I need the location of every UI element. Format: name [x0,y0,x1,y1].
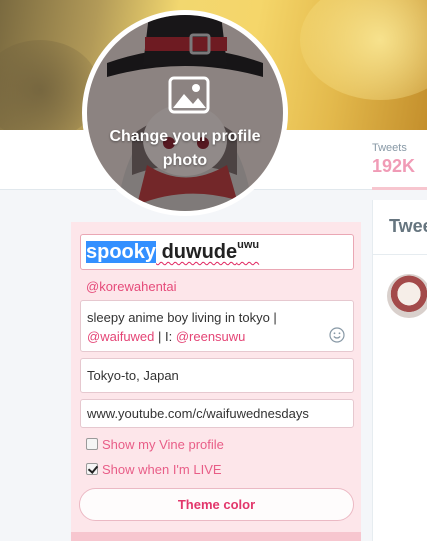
smiley-icon[interactable] [329,327,345,343]
live-checkbox-label[interactable]: Show when I'm LIVE [102,462,222,477]
website-input[interactable]: www.youtube.com/c/waifuwednesdays [80,399,354,428]
name-rest-main: duwude [156,241,238,263]
name-rest-text: duwudeuwu [156,239,260,263]
location-value: Tokyo-to, Japan [87,368,179,383]
tweets-stat[interactable]: Tweets 192K [372,142,427,177]
bio-value: sleepy anime boy living in tokyo | @waif… [87,308,327,346]
theme-color-button[interactable]: Theme color [79,488,354,521]
vine-checkbox-label[interactable]: Show my Vine profile [102,437,224,452]
name-selected-text: spooky [86,241,157,263]
name-superscript: uwu [237,239,260,252]
website-value: www.youtube.com/c/waifuwednesdays [87,406,309,421]
image-icon [168,76,210,114]
tweets-stat-value: 192K [372,156,416,176]
vine-checkbox[interactable] [86,438,98,450]
screen-name: @korewahentai [86,279,177,294]
name-input[interactable]: spooky duwudeuwu [80,234,354,270]
location-input[interactable]: Tokyo-to, Japan [80,358,354,393]
profile-avatar[interactable]: Change your profile photo [82,10,288,216]
live-checkbox[interactable] [86,463,98,475]
bio-textarea[interactable]: sleepy anime boy living in tokyo | @waif… [80,300,354,352]
change-photo-label: Change your profile photo [109,128,261,169]
bio-text: sleepy anime boy living in tokyo | [87,310,277,325]
tweet-avatar[interactable] [387,274,427,318]
panel-bottom-edge [71,532,361,541]
name-value: spooky duwudeuwu [86,239,260,264]
tweets-stat-label: Tweets [372,142,407,154]
timeline-title: Twee [389,216,427,236]
timeline-panel: Twee [372,200,427,541]
timeline-divider [373,254,427,255]
bio-mention[interactable]: @reensuwu [176,329,246,344]
active-stat-indicator [372,187,427,190]
bio-separator: | I: [154,329,176,344]
bio-mention[interactable]: @waifuwed [87,329,154,344]
banner-highlight [300,0,427,100]
